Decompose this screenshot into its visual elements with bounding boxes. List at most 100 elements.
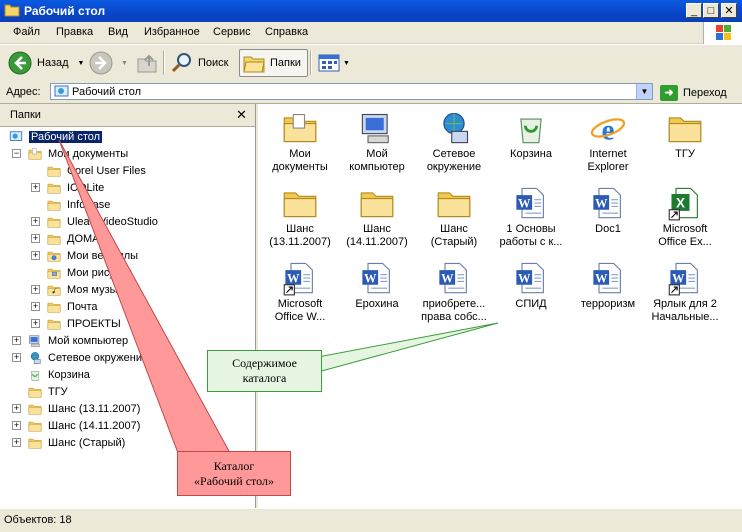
go-button[interactable]: ➜ Переход [660, 84, 727, 101]
expand-icon[interactable]: + [31, 183, 40, 192]
desktop-item[interactable]: ТГУ [647, 110, 723, 161]
desktop-item[interactable]: W Microsoft Office W... [262, 260, 338, 324]
search-button[interactable]: Поиск [170, 49, 228, 77]
close-icon[interactable]: ✕ [236, 107, 247, 123]
chevron-down-icon[interactable]: ▼ [121, 60, 128, 67]
menu-help[interactable]: Справка [265, 26, 308, 38]
expand-icon[interactable]: + [31, 251, 40, 260]
recycle-bin-icon [520, 118, 542, 144]
desktop-item[interactable]: Шанс (13.11.2007) [262, 185, 338, 249]
close-button[interactable]: ✕ [721, 3, 737, 18]
svg-text:W: W [518, 197, 531, 211]
address-input[interactable]: Рабочий стол ▼ [50, 83, 653, 100]
expand-icon[interactable]: + [31, 217, 40, 226]
item-icon-wrap [513, 110, 549, 146]
title-bar[interactable]: Рабочий стол _ □ ✕ [0, 0, 742, 22]
item-label: ТГУ [675, 148, 695, 160]
expand-icon[interactable]: + [31, 302, 40, 311]
item-label: Explorer [587, 161, 629, 173]
status-bar: Объектов: 18 [0, 508, 742, 532]
menu-file[interactable]: Файл [13, 26, 40, 38]
tree-item[interactable]: + Шанс (13.11.2007) [12, 400, 140, 417]
tree-item[interactable]: + Шанс (14.11.2007) [12, 417, 140, 434]
desktop-item[interactable]: Корзина [493, 110, 569, 161]
tree-item[interactable]: + Шанс (Старый) [12, 434, 125, 451]
address-dropdown-button[interactable]: ▼ [636, 84, 652, 99]
folder-icon [360, 192, 394, 218]
expand-icon[interactable]: + [12, 404, 21, 413]
expand-icon[interactable]: + [12, 438, 21, 447]
item-icon-wrap [282, 185, 318, 221]
menu-tools[interactable]: Сервис [213, 26, 251, 38]
desktop-item[interactable]: Шанс (14.11.2007) [339, 185, 415, 249]
tree-item[interactable]: + ПРОЕКТЫ [31, 315, 121, 332]
address-bar: Адрес: Рабочий стол ▼ ➜ Переход [0, 82, 742, 104]
expand-icon[interactable]: + [31, 234, 40, 243]
tree-item[interactable]: Corel User Files [31, 162, 146, 179]
menu-edit[interactable]: Правка [56, 26, 93, 38]
item-label: Microsoft [277, 298, 323, 310]
desktop-item[interactable]: Мой компьютер [339, 110, 415, 174]
tree-item-label: Мои веб-узлы [67, 249, 139, 262]
expand-icon[interactable]: + [31, 285, 40, 294]
collapse-icon[interactable]: − [12, 149, 21, 158]
tree-item[interactable]: + ДОМА [31, 230, 100, 247]
tree-item[interactable]: Мои рисунки [31, 264, 132, 281]
tree-item-label: Мой компьютер [48, 334, 129, 347]
word-doc-icon: W [516, 262, 544, 294]
up-folder-button[interactable] [136, 49, 158, 77]
tree-item-label: Мои документы [48, 147, 129, 160]
folder-icon [4, 4, 20, 17]
desktop-item[interactable]: W 1 Основы работы с к... [493, 185, 569, 249]
tree-item[interactable]: + Моя музыка [31, 281, 129, 298]
toolbar: Назад ▼ ▼ Поиск Папки ▼ [0, 44, 742, 83]
desktop-item[interactable]: Сетевое окружение [416, 110, 492, 174]
menu-view[interactable]: Вид [108, 26, 128, 38]
expand-icon[interactable]: + [12, 353, 21, 362]
item-label: СПИД [515, 298, 547, 310]
desktop-item[interactable]: Шанс (Старый) [416, 185, 492, 249]
expand-icon[interactable]: + [12, 336, 21, 345]
expand-icon[interactable]: + [31, 319, 40, 328]
tree-item[interactable]: + ICQLite [31, 179, 104, 196]
expand-icon[interactable]: + [12, 421, 21, 430]
excel-shortcut-icon: X [668, 187, 698, 221]
forward-button[interactable]: ▼ [89, 49, 128, 77]
desktop-item[interactable]: W Ерохина [339, 260, 415, 311]
folders-button[interactable]: Папки [239, 49, 308, 77]
tree-item[interactable]: − Мои документы [12, 145, 128, 162]
desktop-item[interactable]: X Microsoft Office Ex... [647, 185, 723, 249]
maximize-button[interactable]: □ [703, 3, 719, 18]
tree-item[interactable]: + Ulead VideoStudio [31, 213, 158, 230]
desktop-item[interactable]: e Internet Explorer [570, 110, 646, 174]
word-doc-icon: W [516, 187, 544, 219]
desktop-item[interactable]: Wприобрете... права собс... [416, 260, 492, 324]
tree-item[interactable]: ТГУ [12, 383, 68, 400]
menu-favorites[interactable]: Избранное [144, 26, 200, 38]
views-button[interactable]: ▼ [318, 49, 350, 77]
desktop-item[interactable]: W СПИД [493, 260, 569, 311]
tree-item[interactable]: + Мой компьютер [12, 332, 128, 349]
network-icon [443, 112, 469, 144]
desktop-item[interactable]: W Ярлык для 2 Начальные... [647, 260, 723, 324]
minimize-button[interactable]: _ [686, 3, 702, 18]
item-label: Начальные... [651, 311, 719, 323]
chevron-down-icon[interactable]: ▼ [78, 60, 85, 67]
ie-icon: e [590, 114, 626, 146]
folder-icon [47, 302, 61, 312]
tree-item[interactable]: Корзина [12, 366, 90, 383]
tree-item[interactable]: Рабочий стол [8, 128, 103, 145]
go-arrow-icon: ➜ [660, 84, 678, 101]
tree-item[interactable]: + Мои веб-узлы [31, 247, 138, 264]
item-icon-wrap: W [667, 260, 703, 296]
my-computer-icon [29, 335, 40, 347]
item-label: Microsoft [662, 223, 708, 235]
back-button[interactable]: Назад ▼ [8, 49, 84, 77]
desktop-item[interactable]: Мои документы [262, 110, 338, 174]
desktop-item[interactable]: Wтерроризм [570, 260, 646, 311]
tree-item[interactable]: + Сетевое окружение [12, 349, 148, 366]
tree-item[interactable]: + Почта [31, 298, 98, 315]
word-shortcut-icon: W [668, 262, 698, 296]
desktop-item[interactable]: W Doc1 [570, 185, 646, 236]
tree-item[interactable]: InfoBase [31, 196, 110, 213]
